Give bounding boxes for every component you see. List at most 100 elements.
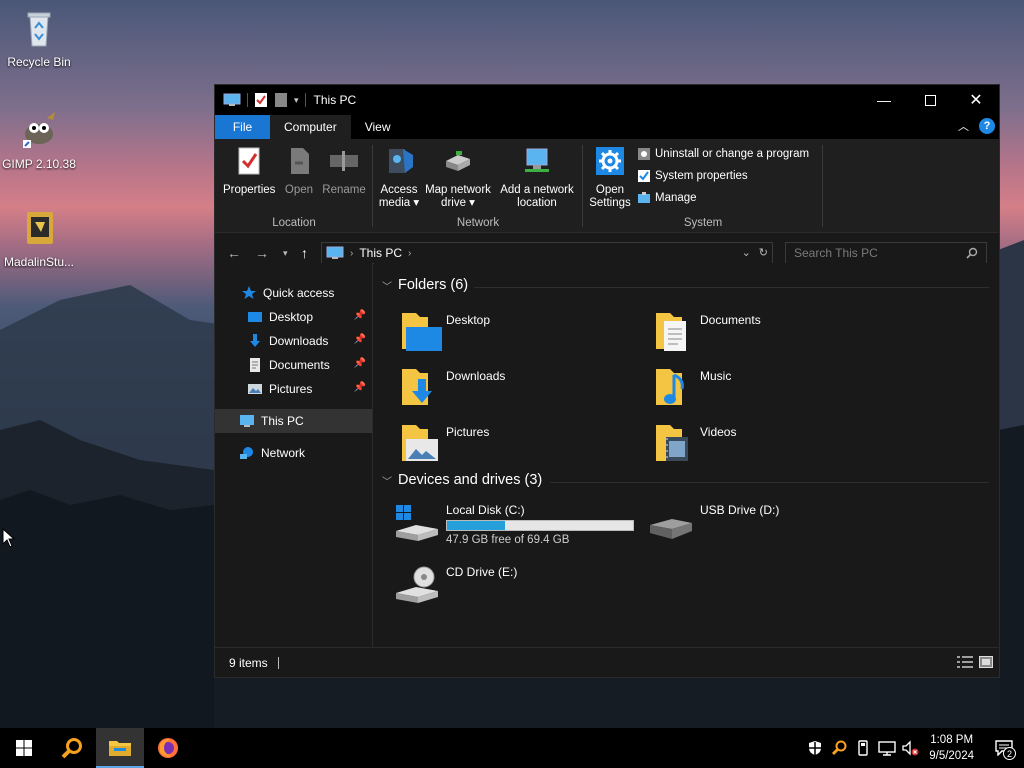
- refresh-icon[interactable]: ↻: [759, 246, 768, 259]
- uninstall-program-button[interactable]: Uninstall or change a program: [637, 147, 809, 161]
- firefox-taskbar-button[interactable]: [144, 728, 192, 768]
- firefox-icon: [158, 738, 178, 758]
- nav-label: This PC: [261, 414, 304, 428]
- desktop-icon-gimp[interactable]: GIMP 2.10.38: [1, 110, 77, 171]
- clock[interactable]: 1:08 PM 9/5/2024: [929, 732, 974, 764]
- pin-icon[interactable]: 📌: [354, 310, 366, 321]
- large-icons-view-icon[interactable]: [979, 656, 993, 668]
- windows-logo-icon: [16, 740, 32, 756]
- nav-item-documents[interactable]: Documents 📌: [215, 353, 372, 377]
- breadcrumb-separator-icon[interactable]: ›: [350, 248, 353, 259]
- desktop-icon-recycle-bin[interactable]: Recycle Bin: [1, 8, 77, 69]
- windows-security-icon[interactable]: [803, 740, 827, 756]
- search-box[interactable]: [785, 242, 987, 264]
- folder-pictures[interactable]: Pictures: [398, 419, 489, 467]
- ribbon-group-system: Open Settings Uninstall or change a prog…: [583, 139, 823, 233]
- recent-locations-icon[interactable]: ▾: [283, 248, 288, 259]
- drives-section-header[interactable]: ﹀ Devices and drives (3): [382, 472, 542, 488]
- minimize-button[interactable]: —: [861, 85, 907, 115]
- usb-tray-icon[interactable]: [851, 740, 875, 756]
- nav-item-desktop[interactable]: Desktop 📌: [215, 305, 372, 329]
- start-button[interactable]: [0, 728, 48, 768]
- notification-center-button[interactable]: 2: [984, 728, 1024, 768]
- new-folder-qat-icon[interactable]: [274, 92, 288, 108]
- address-bar[interactable]: › This PC › ⌄ ↻: [321, 242, 773, 264]
- tab-view[interactable]: View: [351, 115, 405, 139]
- search-icon: [61, 738, 82, 759]
- volume-muted-icon[interactable]: [899, 740, 923, 756]
- nav-label: Quick access: [263, 286, 335, 300]
- drive-e[interactable]: CD Drive (E:): [394, 565, 517, 605]
- drive-c[interactable]: Local Disk (C:) 47.9 GB free of 69.4 GB: [394, 503, 634, 546]
- nav-item-this-pc[interactable]: This PC: [215, 409, 372, 433]
- search-tray-icon[interactable]: [827, 740, 851, 756]
- pin-icon[interactable]: 📌: [354, 382, 366, 393]
- map-network-drive-button[interactable]: Map network drive ▾: [423, 145, 493, 210]
- properties-button[interactable]: Properties: [223, 145, 275, 197]
- mouse-cursor-icon: [2, 528, 16, 548]
- close-button[interactable]: ✕: [953, 85, 999, 115]
- folder-music-icon: [656, 369, 684, 405]
- customize-qat-icon[interactable]: ▾: [294, 95, 299, 106]
- folder-downloads[interactable]: Downloads: [398, 363, 505, 411]
- folders-section-header[interactable]: ﹀ Folders (6): [382, 277, 468, 293]
- section-title: Devices and drives (3): [398, 472, 543, 488]
- open-button[interactable]: Open: [279, 145, 319, 197]
- nav-item-downloads[interactable]: Downloads 📌: [215, 329, 372, 353]
- folder-videos[interactable]: Videos: [652, 419, 736, 467]
- drive-usage-bar: [446, 520, 634, 531]
- collapse-caret-icon[interactable]: ﹀: [382, 278, 392, 293]
- pin-icon[interactable]: 📌: [354, 334, 366, 345]
- maximize-button[interactable]: [907, 85, 953, 115]
- access-media-icon: [389, 149, 413, 173]
- rename-button[interactable]: Rename: [321, 145, 367, 197]
- breadcrumb-separator-icon[interactable]: ›: [408, 248, 411, 259]
- pin-icon[interactable]: 📌: [354, 358, 366, 369]
- map-network-drive-icon: [446, 151, 470, 171]
- manage-icon: [638, 192, 650, 203]
- breadcrumb-this-pc[interactable]: This PC: [359, 246, 402, 260]
- status-bar: 9 items: [215, 647, 999, 677]
- nav-item-quick-access[interactable]: Quick access: [215, 281, 372, 305]
- back-arrow-icon[interactable]: ←: [227, 245, 241, 261]
- search-icon[interactable]: [966, 247, 978, 259]
- nav-label: Pictures: [269, 382, 313, 396]
- up-arrow-icon[interactable]: ↑: [301, 245, 308, 261]
- ribbon: Properties Open Rename Location Access m…: [215, 139, 999, 233]
- clock-date: 9/5/2024: [929, 750, 974, 762]
- drive-d[interactable]: USB Drive (D:): [648, 503, 779, 543]
- network-icon: [240, 447, 253, 459]
- open-settings-button[interactable]: Open Settings: [587, 145, 633, 210]
- tab-computer[interactable]: Computer: [270, 115, 351, 139]
- system-properties-button[interactable]: System properties: [637, 169, 748, 183]
- access-media-button[interactable]: Access media ▾: [377, 145, 421, 210]
- folder-desktop[interactable]: Desktop: [398, 307, 490, 355]
- desktop-icon-madalin[interactable]: MadalinStu...: [1, 208, 77, 269]
- title-bar[interactable]: ▾ This PC — ✕: [215, 85, 999, 115]
- forward-arrow-icon[interactable]: →: [255, 245, 269, 261]
- folder-desktop-icon: [402, 313, 442, 351]
- collapse-caret-icon[interactable]: ﹀: [382, 473, 392, 488]
- network-tray-icon[interactable]: [875, 740, 899, 756]
- file-explorer-taskbar-button[interactable]: [96, 728, 144, 768]
- details-view-icon[interactable]: [957, 656, 973, 668]
- tab-file[interactable]: File: [215, 115, 270, 139]
- help-icon[interactable]: ?: [979, 118, 995, 134]
- content-pane: ﹀ Folders (6) Desktop Documents Download…: [374, 263, 999, 649]
- nav-item-pictures[interactable]: Pictures 📌: [215, 377, 372, 401]
- nav-item-network[interactable]: Network: [215, 441, 372, 465]
- folder-documents[interactable]: Documents: [652, 307, 761, 355]
- manage-button[interactable]: Manage: [637, 191, 697, 205]
- nav-label: Downloads: [269, 334, 329, 348]
- ribbon-group-location: Properties Open Rename Location: [215, 139, 373, 233]
- collapse-ribbon-icon[interactable]: ︿: [958, 118, 969, 134]
- properties-icon: [238, 147, 260, 175]
- properties-qat-icon[interactable]: [254, 92, 268, 108]
- folder-music[interactable]: Music: [652, 363, 731, 411]
- add-network-location-button[interactable]: Add a network location: [497, 145, 577, 210]
- nav-label: Desktop: [269, 310, 314, 324]
- search-taskbar-button[interactable]: [48, 728, 96, 768]
- address-dropdown-icon[interactable]: ⌄: [742, 246, 751, 259]
- star-icon: [242, 286, 256, 299]
- search-input[interactable]: [794, 246, 964, 260]
